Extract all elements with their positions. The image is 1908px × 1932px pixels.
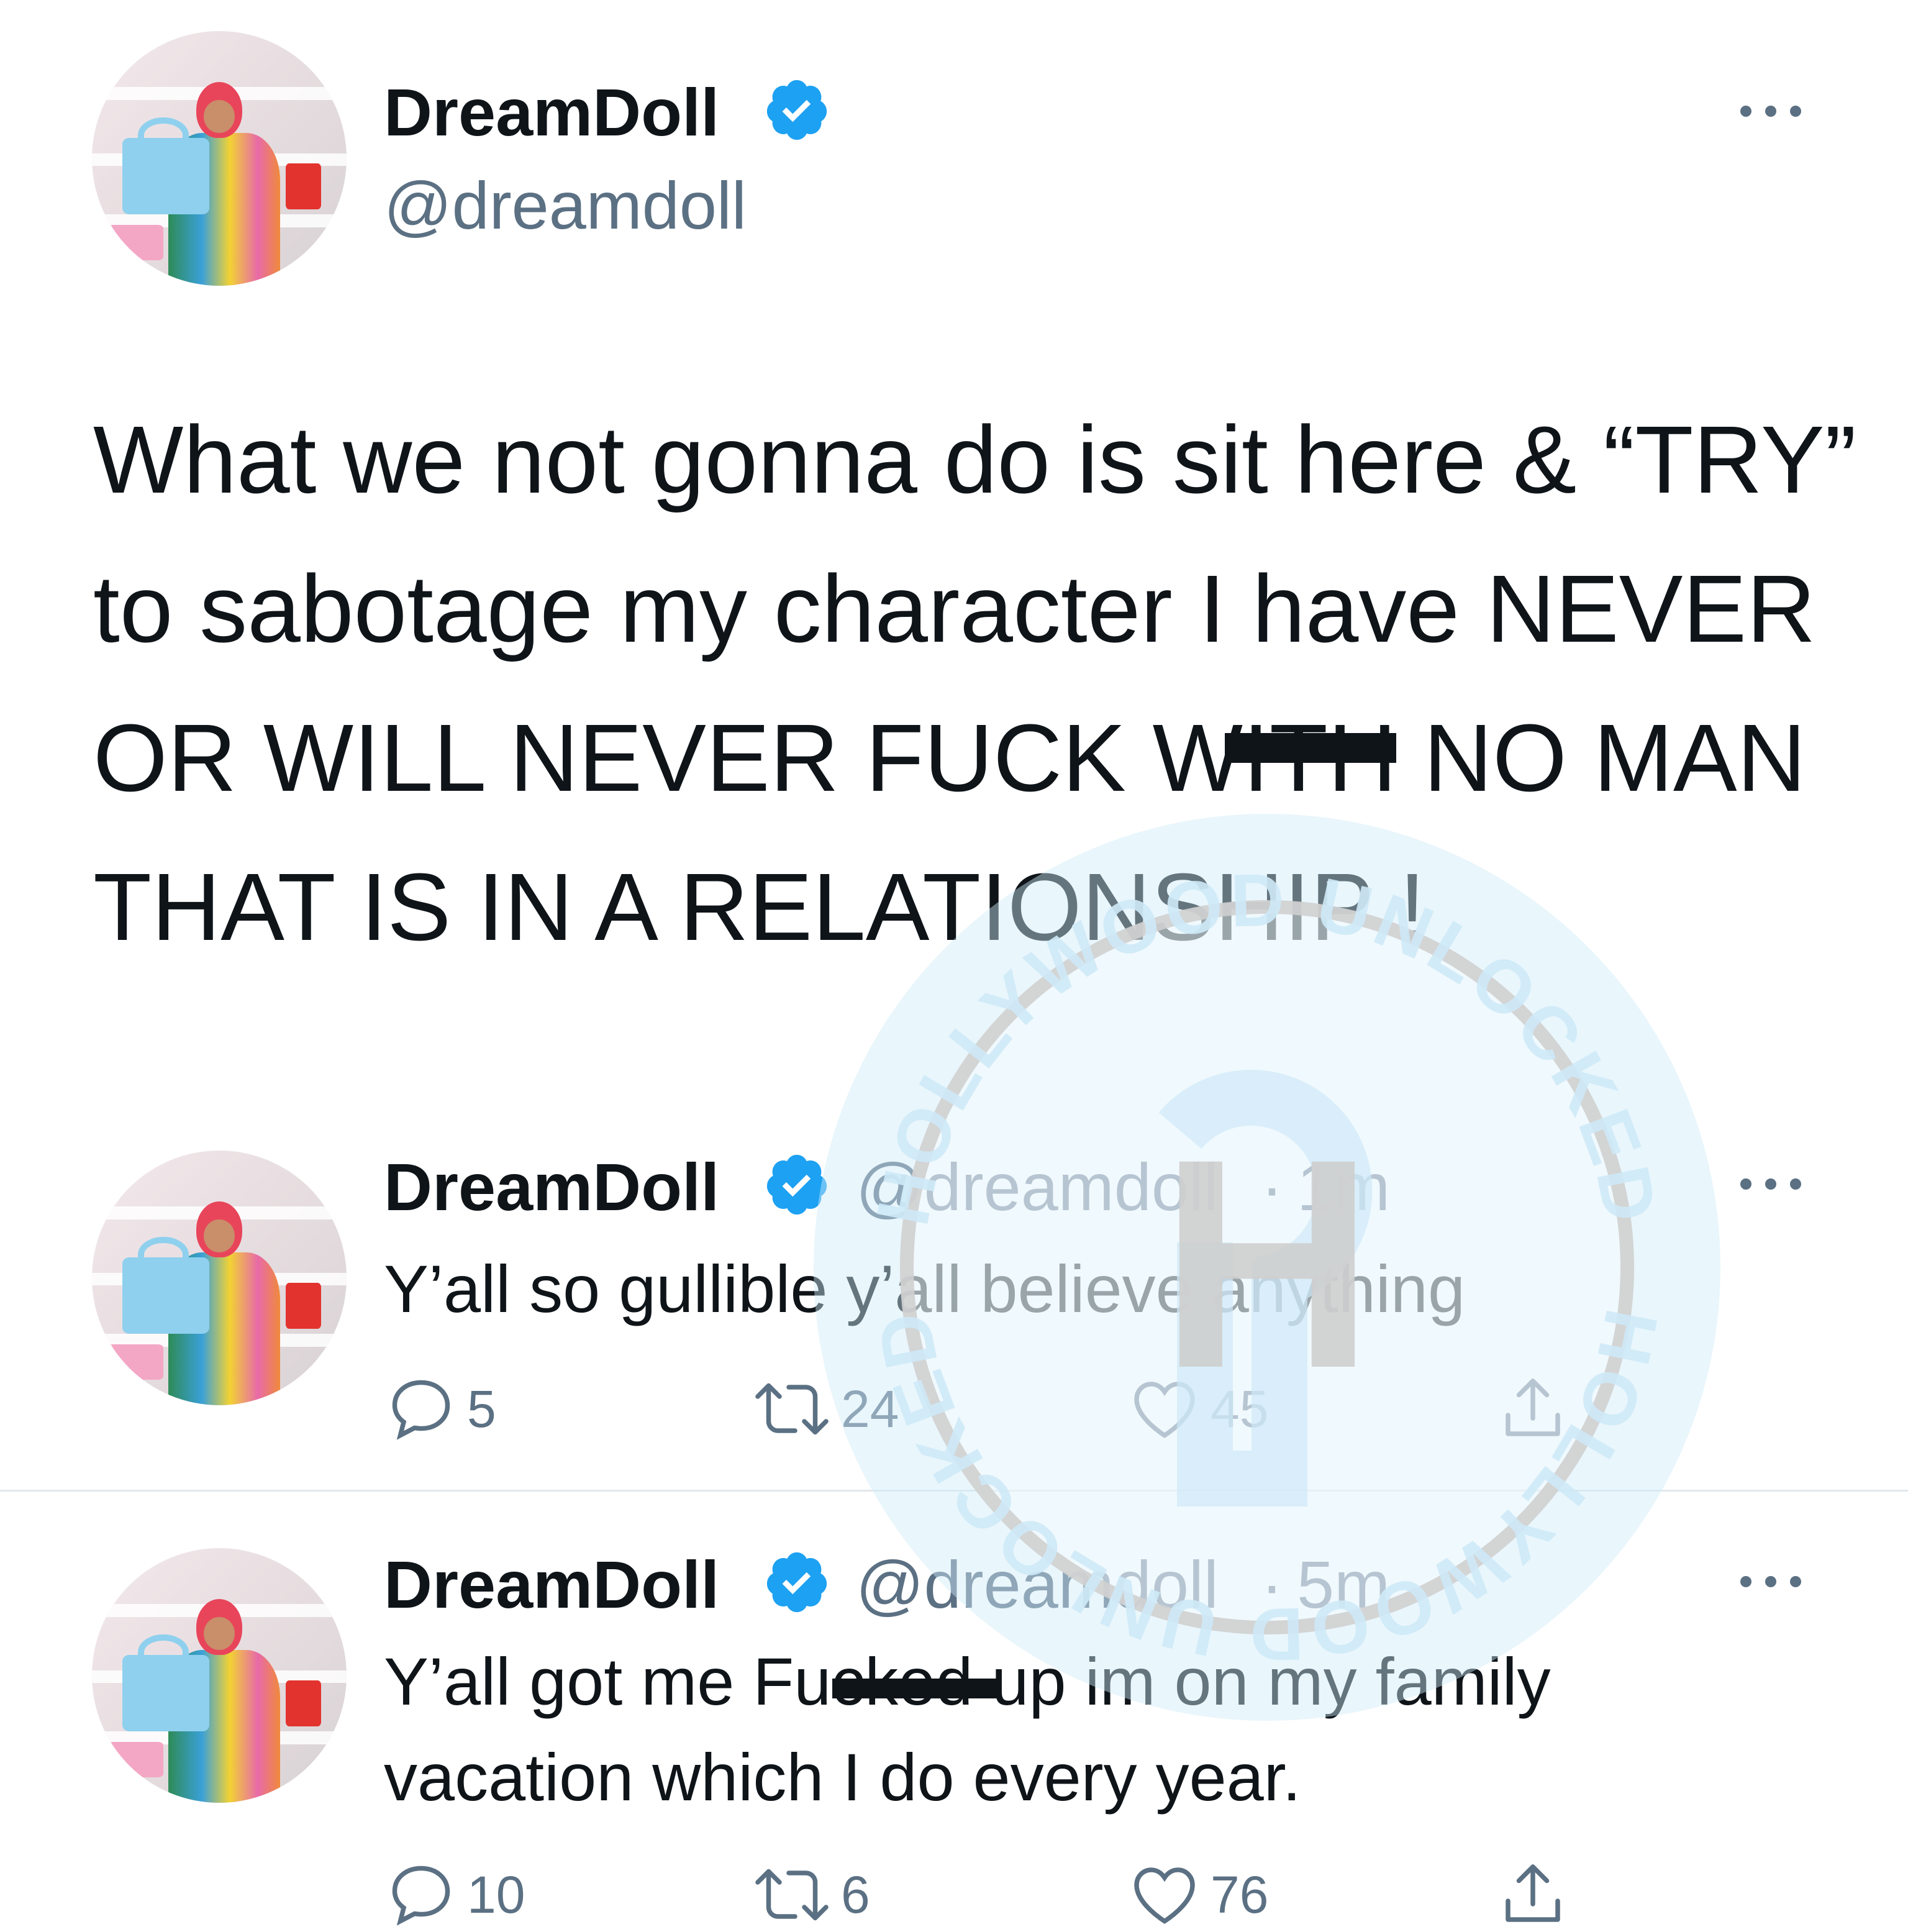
reply-icon [392,1866,450,1926]
timestamp[interactable]: 1m [1297,1148,1390,1226]
author-name[interactable]: DreamDoll [384,1148,719,1226]
author-handle[interactable]: @dreamdoll [384,166,747,244]
reply-button[interactable]: 5 [384,1372,496,1446]
avatar[interactable] [92,1548,347,1803]
avatar[interactable] [92,1151,347,1405]
verified-badge-icon [766,1552,827,1613]
heart-icon [1134,1382,1195,1438]
retweet-count: 6 [841,1865,870,1924]
like-count: 76 [1211,1865,1269,1924]
author-handle[interactable]: @dreamdoll [856,1148,1219,1226]
retweet-icon [755,1869,829,1921]
author-handle[interactable]: @dreamdoll [856,1546,1219,1623]
like-button[interactable]: 76 [1127,1857,1268,1932]
retweet-button[interactable]: 24 [752,1372,899,1446]
share-icon [1506,1864,1560,1922]
author-name[interactable]: DreamDoll [384,73,719,151]
timestamp[interactable]: 5m [1297,1546,1390,1623]
more-options-icon[interactable] [1739,1572,1807,1590]
censor-bar [1225,733,1396,763]
share-button[interactable] [1496,1372,1570,1446]
like-button[interactable]: 45 [1127,1372,1268,1446]
more-options-icon[interactable] [1739,101,1807,120]
more-options-icon[interactable] [1739,1174,1807,1193]
reply-icon [392,1380,450,1440]
retweet-icon [755,1383,829,1435]
divider [0,1490,1908,1492]
retweet-button[interactable]: 6 [752,1857,870,1932]
like-count: 45 [1211,1379,1269,1438]
censor-bar [832,1679,1000,1698]
author-name[interactable]: DreamDoll [384,1546,719,1623]
heart-icon [1134,1867,1195,1924]
avatar[interactable] [92,31,347,286]
separator-dot: · [1261,1547,1283,1622]
separator-dot: · [1261,1149,1283,1224]
tweet-text: What we not gonna do is sit here & “TRY”… [93,406,1856,960]
reply-count: 10 [467,1865,525,1924]
tweet-text-line: Y’all so gullible y’all believe anything [384,1251,1466,1326]
tweet-text-line: vacation which I do every year. [384,1739,1301,1815]
verified-badge-icon [766,1154,827,1215]
share-button[interactable] [1496,1857,1570,1932]
verified-badge-icon [766,80,827,140]
share-icon [1506,1378,1560,1436]
retweet-count: 24 [841,1379,899,1438]
reply-count: 5 [467,1379,496,1438]
reply-button[interactable]: 10 [384,1857,525,1932]
